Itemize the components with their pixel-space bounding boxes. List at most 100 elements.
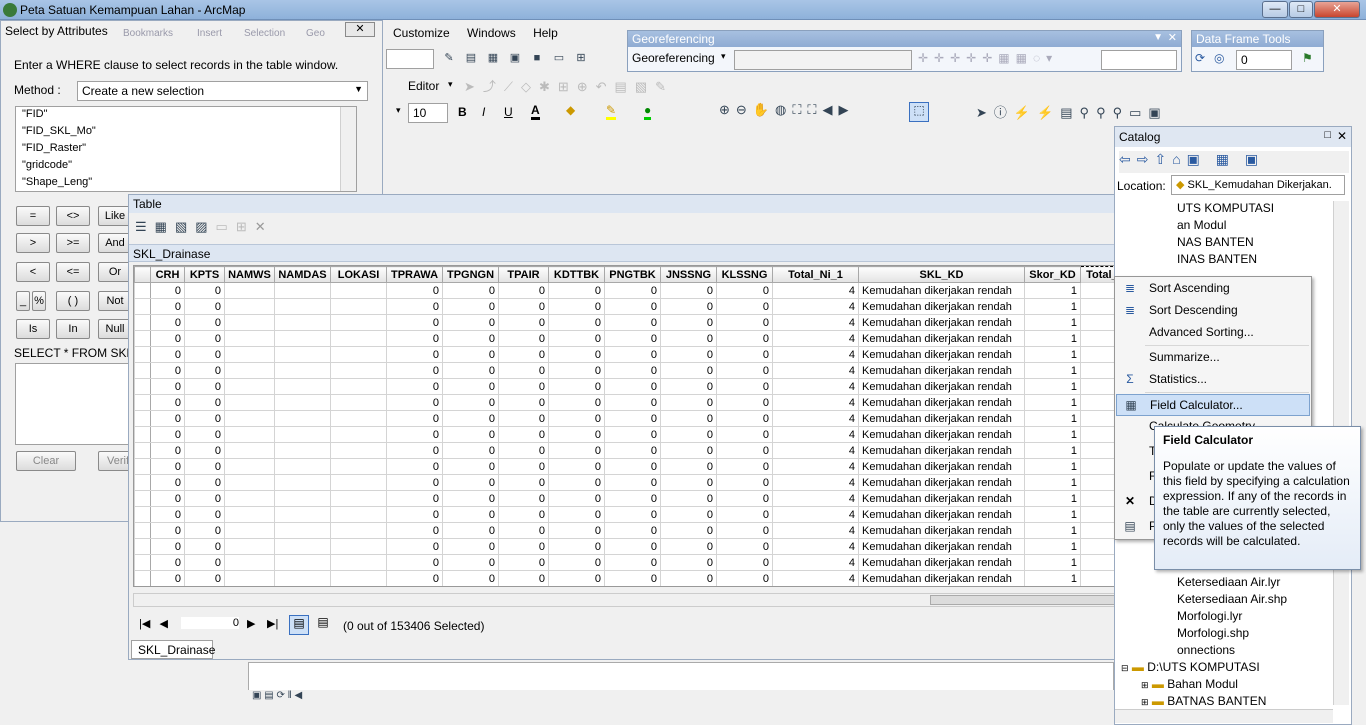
table-cell[interactable]: 0 bbox=[548, 522, 605, 539]
table-cell[interactable] bbox=[274, 522, 331, 539]
table-cell[interactable]: 0 bbox=[660, 538, 717, 555]
column-header[interactable]: LOKASI bbox=[330, 266, 387, 283]
table-cell[interactable]: 0 bbox=[716, 458, 773, 475]
table-cell[interactable]: 0 bbox=[386, 522, 443, 539]
op-not-button[interactable]: Not bbox=[98, 291, 132, 311]
first-record-icon[interactable]: |◀ bbox=[139, 618, 150, 630]
op-greater-equal-button[interactable]: >= bbox=[56, 233, 90, 253]
list-item[interactable]: "FID_SKL_Mo" bbox=[16, 124, 356, 141]
table-cell[interactable]: 0 bbox=[716, 298, 773, 315]
table-cell[interactable]: 0 bbox=[604, 314, 661, 331]
table-options-icon[interactable]: ☰ bbox=[135, 219, 155, 234]
table-cell[interactable]: 1 bbox=[1024, 330, 1081, 347]
editor-toolbar-icon[interactable]: ✎ bbox=[440, 49, 458, 67]
table-cell[interactable]: Kemudahan dikerjakan rendah bbox=[858, 490, 1025, 507]
menu-item-sort-descending[interactable]: ≣ Sort Descending bbox=[1116, 300, 1310, 322]
table-cell[interactable] bbox=[330, 442, 387, 459]
table-cell[interactable]: 0 bbox=[184, 298, 225, 315]
location-combo[interactable]: ◆ SKL_Kemudahan Dikerjakan. bbox=[1171, 175, 1345, 195]
table-cell[interactable]: 0 bbox=[548, 490, 605, 507]
table-cell[interactable]: 0 bbox=[660, 554, 717, 571]
table-cell[interactable]: 0 bbox=[184, 282, 225, 299]
table-cell[interactable] bbox=[330, 522, 387, 539]
font-color-button[interactable]: A bbox=[531, 103, 540, 120]
table-cell[interactable]: 4 bbox=[772, 314, 859, 331]
table-cell[interactable]: 1 bbox=[1024, 394, 1081, 411]
table-cell[interactable] bbox=[224, 282, 275, 299]
menu-item-summarize[interactable]: Summarize... bbox=[1116, 347, 1310, 369]
table-cell[interactable]: Kemudahan dikerjakan rendah bbox=[858, 394, 1025, 411]
table-cell[interactable]: 1 bbox=[1024, 506, 1081, 523]
row-selector[interactable] bbox=[134, 378, 151, 395]
column-header[interactable]: TPRAWA bbox=[386, 266, 443, 283]
row-selector[interactable] bbox=[134, 474, 151, 491]
table-cell[interactable] bbox=[330, 394, 387, 411]
table-cell[interactable]: Kemudahan dikerjakan rendah bbox=[858, 282, 1025, 299]
marker-color-icon[interactable]: ● bbox=[644, 103, 652, 120]
table-row[interactable]: 0000000004Kemudahan dikerjakan rendah10 bbox=[134, 410, 1147, 427]
table-cell[interactable]: 0 bbox=[716, 378, 773, 395]
table-cell[interactable]: 0 bbox=[386, 282, 443, 299]
op-null-button[interactable]: Null bbox=[98, 319, 132, 339]
table-cell[interactable]: 0 bbox=[150, 522, 185, 539]
close-icon[interactable]: ✕ bbox=[1168, 31, 1177, 44]
op-is-button[interactable]: Is bbox=[16, 319, 50, 339]
table-row[interactable]: 0000000004Kemudahan dikerjakan rendah10 bbox=[134, 426, 1147, 443]
row-selector[interactable] bbox=[134, 394, 151, 411]
row-selector[interactable] bbox=[135, 587, 151, 588]
table-cell[interactable]: 0 bbox=[442, 426, 499, 443]
table-cell[interactable]: 0 bbox=[386, 442, 443, 459]
table-cell[interactable]: 0 bbox=[442, 298, 499, 315]
table-cell[interactable] bbox=[225, 587, 275, 588]
table-cell[interactable]: 0 bbox=[442, 538, 499, 555]
table-cell[interactable]: 1 bbox=[1024, 426, 1081, 443]
table-cell[interactable] bbox=[1025, 587, 1081, 588]
table-row[interactable]: 0000000004Kemudahan dikerjakan rendah10 bbox=[134, 314, 1147, 331]
table-cell[interactable]: 4 bbox=[772, 346, 859, 363]
table-cell[interactable]: 0 bbox=[442, 442, 499, 459]
table-cell[interactable]: 0 bbox=[184, 394, 225, 411]
table-cell[interactable]: 1 bbox=[1024, 522, 1081, 539]
table-cell[interactable]: 0 bbox=[716, 538, 773, 555]
table-cell[interactable]: 0 bbox=[604, 570, 661, 586]
table-cell[interactable]: 0 bbox=[498, 570, 549, 586]
table-cell[interactable] bbox=[330, 282, 387, 299]
column-header[interactable]: Skor_KD bbox=[1024, 266, 1081, 283]
table-cell[interactable]: 0 bbox=[150, 506, 185, 523]
table-cell[interactable]: 1 bbox=[1024, 554, 1081, 571]
table-row[interactable]: 0000000004Kemudahan dikerjakan rendah10 bbox=[134, 570, 1147, 586]
table-cell[interactable]: 0 bbox=[548, 458, 605, 475]
table-cell[interactable]: 0 bbox=[716, 506, 773, 523]
table-cell[interactable]: 1 bbox=[1024, 298, 1081, 315]
table-cell[interactable]: 0 bbox=[498, 506, 549, 523]
table-row[interactable]: 0000000004Kemudahan dikerjakan rendah10 bbox=[134, 458, 1147, 475]
line-color-icon[interactable]: ✎ bbox=[606, 103, 617, 120]
table-cell[interactable]: 1 bbox=[1024, 378, 1081, 395]
table-row[interactable]: 0000000004Kemudahan dikerjakan rendah10 bbox=[134, 474, 1147, 491]
maximize-icon[interactable]: □ bbox=[1324, 129, 1331, 141]
table-cell[interactable]: 0 bbox=[150, 314, 185, 331]
table-cell[interactable] bbox=[274, 298, 331, 315]
table-row[interactable]: 0000000004Kemudahan dikerjakan rendah10 bbox=[134, 538, 1147, 555]
table-cell[interactable]: 0 bbox=[498, 298, 549, 315]
table-cell[interactable]: 0 bbox=[548, 426, 605, 443]
table-cell[interactable]: 4 bbox=[772, 458, 859, 475]
scale-combo[interactable] bbox=[386, 49, 434, 69]
table-cell[interactable]: Kemudahan dikerjakan rendah bbox=[858, 474, 1025, 491]
table-cell[interactable]: 0 bbox=[604, 474, 661, 491]
table-cell[interactable]: 0 bbox=[604, 346, 661, 363]
tree-item[interactable]: INAS BANTEN bbox=[1177, 252, 1327, 269]
op-less-equal-button[interactable]: <= bbox=[56, 262, 90, 282]
row-selector[interactable] bbox=[134, 490, 151, 507]
list-item[interactable]: "FID_Raster" bbox=[16, 141, 356, 158]
table-cell[interactable]: 0 bbox=[716, 522, 773, 539]
table-cell[interactable]: 0 bbox=[604, 330, 661, 347]
table-cell[interactable] bbox=[330, 346, 387, 363]
op-and-button[interactable]: And bbox=[98, 233, 132, 253]
table-cell[interactable]: 0 bbox=[498, 314, 549, 331]
table-cell[interactable]: 0 bbox=[498, 458, 549, 475]
table-cell[interactable]: Kemudahan dikerjakan rendah bbox=[858, 298, 1025, 315]
table-cell[interactable] bbox=[274, 426, 331, 443]
table-cell[interactable]: 0 bbox=[150, 330, 185, 347]
table-cell[interactable]: 0 bbox=[604, 442, 661, 459]
